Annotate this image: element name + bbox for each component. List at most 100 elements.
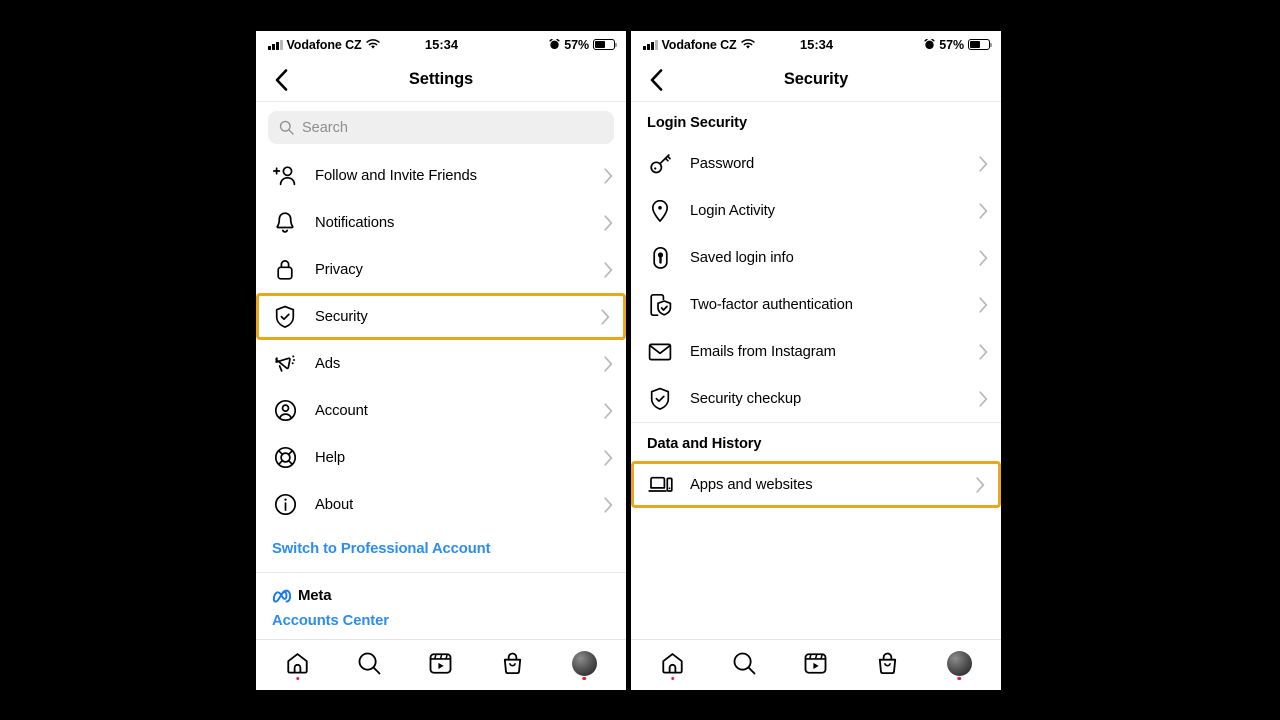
chevron-right-icon	[979, 343, 988, 360]
home-indicator-area	[631, 686, 1001, 690]
tab-search[interactable]	[709, 640, 781, 686]
carrier-label: Vodafone CZ	[286, 37, 362, 52]
settings-row-ads[interactable]: Ads	[256, 340, 626, 387]
tab-reels[interactable]	[780, 640, 852, 686]
reels-icon	[803, 651, 828, 676]
clock-label: 15:34	[424, 37, 459, 52]
chevron-right-icon	[604, 449, 613, 466]
tab-shop[interactable]	[852, 640, 924, 686]
tab-shop[interactable]	[477, 640, 549, 686]
info-circle-icon	[272, 492, 298, 518]
search-icon	[357, 651, 382, 676]
search-area: Search	[256, 102, 626, 152]
security-row-emails-from-instagram[interactable]: Emails from Instagram	[631, 328, 1001, 375]
home-badge-dot	[296, 676, 300, 680]
security-row-label: Security checkup	[690, 390, 802, 407]
tab-profile[interactable]	[548, 640, 620, 686]
settings-row-privacy[interactable]: Privacy	[256, 246, 626, 293]
lifebuoy-icon	[272, 445, 298, 471]
chevron-right-icon	[601, 308, 610, 325]
search-icon	[279, 120, 294, 135]
tab-home[interactable]	[637, 640, 709, 686]
security-list: Login Security Password Login Activity S…	[631, 102, 1001, 639]
tab-profile[interactable]	[923, 640, 995, 686]
chevron-right-icon	[604, 402, 613, 419]
bell-icon	[272, 210, 298, 236]
account-circle-icon	[272, 398, 298, 424]
settings-screen: Vodafone CZ 15:34 57% Settings Search Fo…	[256, 31, 626, 690]
settings-row-label: About	[315, 496, 354, 513]
security-screen: Vodafone CZ 15:34 57% Security Login Sec	[631, 31, 1001, 690]
tab-search[interactable]	[334, 640, 406, 686]
search-icon	[732, 651, 757, 676]
search-placeholder: Search	[302, 119, 348, 136]
page-title: Security	[783, 70, 849, 88]
chevron-right-icon	[976, 476, 985, 493]
settings-row-notifications[interactable]: Notifications	[256, 199, 626, 246]
settings-row-account[interactable]: Account	[256, 387, 626, 434]
security-row-password[interactable]: Password	[631, 140, 1001, 187]
home-icon	[660, 651, 685, 676]
profile-avatar-icon	[946, 650, 972, 676]
nav-bar-settings: Settings	[256, 58, 626, 102]
keyhole-icon	[647, 245, 673, 271]
meta-infinity-icon	[272, 589, 292, 603]
location-pin-icon	[647, 198, 673, 224]
meta-block: Meta Accounts Center	[256, 573, 626, 629]
screenshot-stage: Vodafone CZ 15:34 57% Settings Search Fo…	[0, 0, 1280, 720]
switch-to-professional-account-link[interactable]: Switch to Professional Account	[256, 528, 626, 572]
settings-row-help[interactable]: Help	[256, 434, 626, 481]
tab-home[interactable]	[262, 640, 334, 686]
settings-row-label: Ads	[315, 355, 341, 372]
tab-bar-left	[256, 639, 626, 686]
chevron-right-icon	[979, 390, 988, 407]
settings-row-label: Help	[315, 449, 346, 466]
phone-shield-icon	[647, 292, 673, 318]
megaphone-icon	[272, 351, 298, 377]
security-row-login-activity[interactable]: Login Activity	[631, 187, 1001, 234]
section-header-login-security: Login Security	[647, 115, 747, 131]
tab-reels[interactable]	[405, 640, 477, 686]
shield-check-icon	[272, 304, 298, 330]
search-input[interactable]: Search	[268, 111, 614, 144]
settings-row-about[interactable]: About	[256, 481, 626, 528]
cellular-signal-icon	[643, 39, 658, 50]
shop-bag-icon	[500, 651, 525, 676]
security-row-two-factor-authentication[interactable]: Two-factor authentication	[631, 281, 1001, 328]
alarm-clock-icon	[549, 39, 560, 50]
shield-check-icon	[647, 386, 673, 412]
chevron-right-icon	[979, 202, 988, 219]
chevron-right-icon	[979, 249, 988, 266]
security-row-label: Two-factor authentication	[690, 296, 853, 313]
security-row-apps-and-websites[interactable]: Apps and websites	[631, 461, 1001, 508]
settings-row-follow-invite-friends[interactable]: Follow and Invite Friends	[256, 152, 626, 199]
lock-icon	[272, 257, 298, 283]
home-indicator-area	[256, 686, 626, 690]
laptop-phone-icon	[647, 472, 673, 498]
back-chevron-icon[interactable]	[639, 58, 673, 101]
section-header-data-and-history: Data and History	[647, 436, 762, 452]
accounts-center-link[interactable]: Accounts Center	[272, 613, 610, 629]
security-row-saved-login-info[interactable]: Saved login info	[631, 234, 1001, 281]
envelope-icon	[647, 339, 673, 365]
battery-icon	[593, 39, 618, 50]
security-row-security-checkup[interactable]: Security checkup	[631, 375, 1001, 422]
profile-badge-dot	[582, 676, 586, 680]
chevron-right-icon	[979, 296, 988, 313]
battery-percent-label: 57%	[939, 37, 964, 52]
settings-row-security[interactable]: Security	[256, 293, 626, 340]
status-bar-left: Vodafone CZ 15:34 57%	[256, 31, 626, 58]
security-row-label: Apps and websites	[690, 476, 813, 493]
chevron-right-icon	[604, 496, 613, 513]
battery-percent-label: 57%	[564, 37, 589, 52]
profile-avatar-icon	[571, 650, 597, 676]
security-row-label: Saved login info	[690, 249, 794, 266]
clock-label: 15:34	[799, 37, 834, 52]
wifi-icon	[365, 39, 380, 50]
chevron-right-icon	[604, 261, 613, 278]
back-chevron-icon[interactable]	[264, 58, 298, 101]
battery-icon	[968, 39, 993, 50]
chevron-right-icon	[604, 214, 613, 231]
chevron-right-icon	[604, 355, 613, 372]
settings-row-label: Security	[315, 308, 368, 325]
